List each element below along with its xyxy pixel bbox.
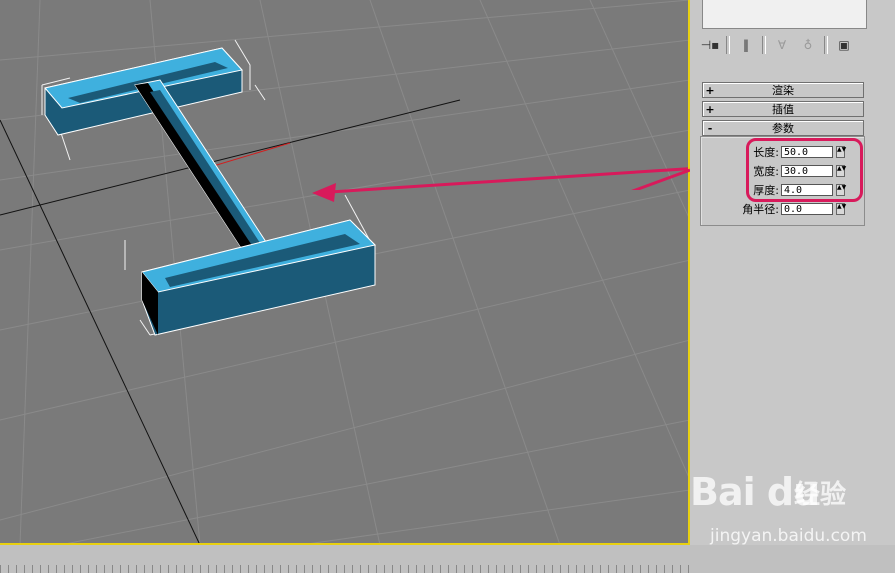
perspective-viewport[interactable] <box>0 0 690 545</box>
command-panel: ⊣▪ ‖ ∀ ♁ ▣ + 渲染 + 插值 - 参数 长度: 50.0 ▲▼ 宽度… <box>692 0 895 545</box>
watermark-brand: 经验 <box>794 480 847 510</box>
corner-radius-row: 角半径: 0.0 ▲▼ <box>701 202 846 216</box>
y-axis-line <box>0 119 200 543</box>
toolbar-separator <box>726 36 730 54</box>
remove-modifier-icon[interactable]: ♁ <box>798 36 818 54</box>
configure-modifier-sets-icon[interactable]: ▣ <box>834 36 854 54</box>
corner-radius-label: 角半径: <box>742 203 779 216</box>
viewport-scene <box>0 0 688 543</box>
timeline-ticks <box>0 565 690 573</box>
toolbar-separator <box>824 36 828 54</box>
rollout-title: 参数 <box>772 122 794 135</box>
rollout-parameters[interactable]: - 参数 <box>702 120 864 136</box>
highlight-annotation <box>746 138 863 202</box>
corner-radius-field[interactable]: 0.0 <box>781 203 833 215</box>
corner-radius-spinner[interactable]: ▲▼ <box>836 203 846 215</box>
show-end-result-icon[interactable]: ∀ <box>772 36 792 54</box>
watermark: Bai du 经验 jingyan.baidu.com <box>690 470 890 550</box>
watermark-url: jingyan.baidu.com <box>710 526 867 546</box>
rollout-toggle: + <box>705 83 715 97</box>
modifier-stack-list[interactable] <box>702 0 867 29</box>
rollout-rendering[interactable]: + 渲染 <box>702 82 864 98</box>
rollout-title: 插值 <box>772 103 794 116</box>
arrow-tail <box>631 168 690 190</box>
rollout-title: 渲染 <box>772 84 794 97</box>
pin-icon[interactable]: ⊣▪ <box>700 36 720 54</box>
stack-toolbar: ⊣▪ ‖ ∀ ♁ ▣ <box>700 34 854 56</box>
rollout-toggle: + <box>705 102 715 116</box>
modifier-stack-icon[interactable]: ‖ <box>736 36 756 54</box>
rollout-interpolation[interactable]: + 插值 <box>702 101 864 117</box>
rollout-toggle: - <box>707 121 713 135</box>
toolbar-separator <box>762 36 766 54</box>
